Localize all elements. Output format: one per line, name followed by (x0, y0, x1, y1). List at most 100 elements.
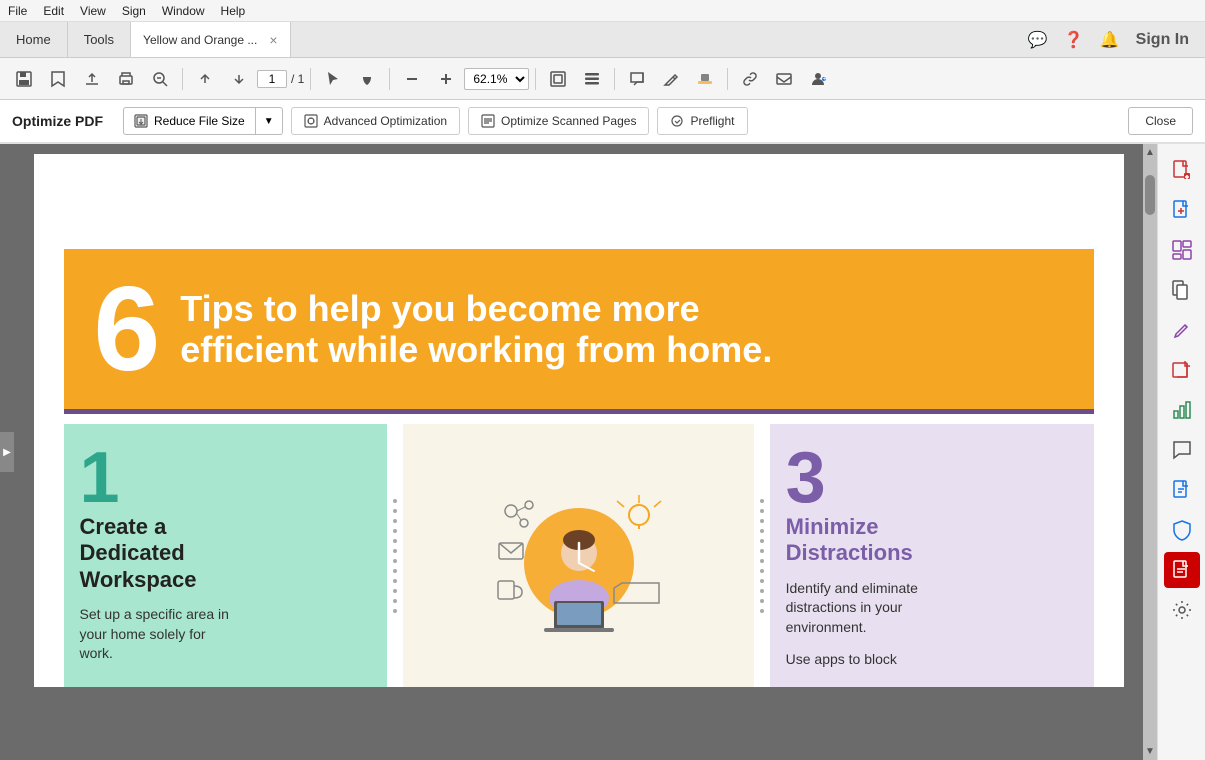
zoom-select[interactable]: 62.1% 50% 75% 100% (464, 68, 529, 90)
tab-document[interactable]: Yellow and Orange ... × (131, 22, 291, 57)
optimize-pdf-title: Optimize PDF (12, 113, 103, 129)
preflight-button[interactable]: Preflight (657, 107, 747, 135)
zoom-out-search-button[interactable] (144, 63, 176, 95)
dot-separator-1 (387, 424, 403, 687)
tab-close-button[interactable]: × (269, 32, 277, 48)
card-illustration (403, 424, 753, 687)
card-minimize-distractions: 3 Minimize Distractions Identify and eli… (770, 424, 1094, 687)
tab-tools[interactable]: Tools (68, 22, 131, 57)
pen-button[interactable] (655, 63, 687, 95)
bookmark-button[interactable] (42, 63, 74, 95)
sidebar-protect-icon[interactable] (1164, 512, 1200, 548)
panel-expand-arrow[interactable]: ▶ (0, 432, 14, 472)
fit-page-button[interactable] (542, 63, 574, 95)
pdf-viewer[interactable]: ▶ 6 Tips to help you become more efficie… (0, 144, 1157, 760)
sidebar-settings-icon[interactable] (1164, 592, 1200, 628)
zoom-out-button[interactable] (396, 63, 428, 95)
tab-home[interactable]: Home (0, 22, 68, 57)
sidebar-comment-icon[interactable] (1164, 432, 1200, 468)
separator-5 (614, 68, 615, 90)
banner-number: 6 (94, 269, 161, 389)
chat-icon[interactable]: 💬 (1028, 30, 1048, 50)
tab-right-icons: 💬 ❓ 🔔 Sign In (1028, 22, 1205, 57)
toolbar: / 1 62.1% 50% 75% 100% + (0, 58, 1205, 100)
card1-number: 1 (80, 442, 372, 514)
page-number-input[interactable] (257, 70, 287, 88)
menu-edit[interactable]: Edit (43, 4, 64, 18)
highlight-button[interactable] (689, 63, 721, 95)
sidebar-edit-icon[interactable] (1164, 312, 1200, 348)
scroll-up-arrow[interactable]: ▲ (1142, 144, 1157, 161)
card3-text-line1: Identify and eliminate distractions in y… (786, 579, 1078, 638)
sidebar-compress-icon[interactable] (1164, 472, 1200, 508)
optimize-pdf-bar: Optimize PDF Reduce File Size ▼ Advanced… (0, 100, 1205, 144)
card3-title: Minimize Distractions (786, 514, 1078, 567)
next-page-button[interactable] (223, 63, 255, 95)
upload-button[interactable] (76, 63, 108, 95)
menu-bar: File Edit View Sign Window Help (0, 0, 1205, 22)
menu-view[interactable]: View (80, 4, 106, 18)
tab-document-title: Yellow and Orange ... (143, 33, 257, 47)
page-separator: / 1 (291, 72, 304, 86)
menu-help[interactable]: Help (221, 4, 246, 18)
menu-sign[interactable]: Sign (122, 4, 146, 18)
menu-file[interactable]: File (8, 4, 27, 18)
pdf-page: 6 Tips to help you become more efficient… (34, 154, 1124, 687)
sign-in-button[interactable]: Sign In (1136, 31, 1189, 49)
sidebar-current-pdf-icon[interactable] (1164, 552, 1200, 588)
menu-window[interactable]: Window (162, 4, 205, 18)
scroll-thumb[interactable] (1145, 175, 1155, 215)
share-button[interactable]: + (802, 63, 834, 95)
right-sidebar (1157, 144, 1205, 760)
reduce-file-size-dropdown[interactable]: ▼ (255, 107, 283, 135)
reduce-file-size-button[interactable]: Reduce File Size (123, 107, 255, 135)
banner-text-line2: efficient while working from home. (180, 329, 772, 370)
card-create-workspace: 1 Create a Dedicated Workspace Set up a … (64, 424, 388, 687)
sidebar-add-pdf-icon[interactable] (1164, 152, 1200, 188)
separator-4 (535, 68, 536, 90)
sidebar-analytics-icon[interactable] (1164, 392, 1200, 428)
card3-number: 3 (786, 442, 1078, 514)
sidebar-files-icon[interactable] (1164, 272, 1200, 308)
link-button[interactable] (734, 63, 766, 95)
prev-page-button[interactable] (189, 63, 221, 95)
help-icon[interactable]: ❓ (1064, 30, 1084, 50)
separator-1 (182, 68, 183, 90)
separator-2 (310, 68, 311, 90)
card3-text-line2: Use apps to block (786, 650, 1078, 670)
scrollbar[interactable]: ▲ ▼ (1143, 144, 1157, 760)
sidebar-enhance-icon[interactable] (1164, 352, 1200, 388)
optimize-scanned-pages-button[interactable]: Optimize Scanned Pages (468, 107, 649, 135)
sidebar-export-icon[interactable] (1164, 192, 1200, 228)
illustration-container (454, 453, 704, 658)
scroll-down-arrow[interactable]: ▼ (1142, 743, 1157, 760)
advanced-optimization-label: Advanced Optimization (324, 114, 447, 128)
close-button[interactable]: Close (1128, 107, 1193, 135)
select-tool-button[interactable] (317, 63, 349, 95)
page-navigation: / 1 (257, 70, 304, 88)
preflight-label: Preflight (690, 114, 734, 128)
sidebar-organize-icon[interactable] (1164, 232, 1200, 268)
cards-row: 1 Create a Dedicated Workspace Set up a … (64, 424, 1094, 687)
comment-button[interactable] (621, 63, 653, 95)
separator-6 (727, 68, 728, 90)
banner-text-line1: Tips to help you become more (180, 288, 772, 329)
card1-title: Create a Dedicated Workspace (80, 514, 372, 593)
email-button[interactable] (768, 63, 800, 95)
zoom-in-button[interactable] (430, 63, 462, 95)
dot-separator-2 (754, 424, 770, 687)
banner-text: Tips to help you become more efficient w… (180, 288, 772, 371)
reduce-file-size-label: Reduce File Size (154, 114, 245, 128)
print-button[interactable] (110, 63, 142, 95)
advanced-optimization-button[interactable]: Advanced Optimization (291, 107, 460, 135)
svg-text:+: + (823, 74, 828, 83)
bell-icon[interactable]: 🔔 (1100, 30, 1120, 50)
card1-text: Set up a specific area in your home sole… (80, 605, 372, 664)
hand-tool-button[interactable] (351, 63, 383, 95)
main-area: ▶ 6 Tips to help you become more efficie… (0, 144, 1205, 760)
save-button[interactable] (8, 63, 40, 95)
purple-separator (64, 409, 1094, 414)
reduce-file-size-group: Reduce File Size ▼ (123, 107, 283, 135)
tab-bar: Home Tools Yellow and Orange ... × 💬 ❓ 🔔… (0, 22, 1205, 58)
scroll-mode-button[interactable] (576, 63, 608, 95)
